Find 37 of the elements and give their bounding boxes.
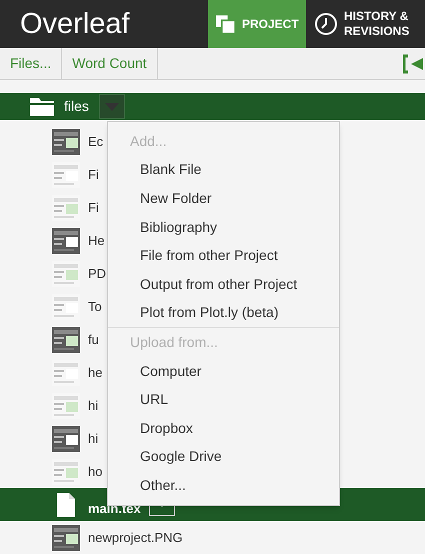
menu-item[interactable]: Dropbox — [108, 414, 339, 443]
caret-icon — [104, 102, 119, 110]
document-icon — [56, 492, 76, 518]
menu-item[interactable]: Plot from Plot.ly (beta) — [108, 298, 339, 328]
clock-icon — [314, 12, 338, 36]
menu-item[interactable]: New Folder — [108, 184, 339, 213]
file-name[interactable]: PD — [88, 264, 106, 284]
logo[interactable]: Overleaf — [20, 10, 130, 38]
folder-name: files — [64, 97, 89, 116]
file-name[interactable]: He — [88, 230, 105, 250]
menu-item[interactable]: Other... — [108, 471, 339, 500]
menu-item[interactable]: Google Drive — [108, 442, 339, 472]
menu-item[interactable]: Computer — [108, 356, 339, 386]
menu-item[interactable]: Output from other Project — [108, 270, 339, 299]
dropdown-button[interactable] — [98, 94, 125, 119]
menu-header: Upload from... — [129, 332, 219, 352]
copy-icon — [216, 14, 236, 34]
file-name[interactable]: Fi — [88, 198, 99, 218]
menu-item[interactable]: File from other Project — [108, 241, 339, 270]
folder-icon — [30, 98, 54, 116]
toolbar-link[interactable]: Files... — [0, 48, 62, 79]
file-name[interactable]: ho — [88, 462, 102, 482]
file-name[interactable]: fu — [88, 330, 99, 350]
folder-row[interactable]: files — [0, 93, 425, 120]
menu-item[interactable]: Blank File — [108, 156, 339, 184]
menu-item[interactable]: URL — [108, 385, 339, 414]
file-name[interactable]: hi — [88, 396, 98, 416]
menu-item[interactable]: Bibliography — [108, 212, 339, 242]
file-name[interactable]: Ec — [88, 132, 104, 152]
file-name[interactable]: he — [88, 362, 102, 382]
file-name[interactable]: hi — [88, 428, 98, 448]
menu-header: Add... — [129, 132, 168, 151]
file-name[interactable]: newproject.PNG — [88, 528, 183, 548]
file-name[interactable]: Fi — [88, 164, 99, 184]
toolbar-link[interactable]: Word Count — [62, 48, 158, 79]
collapse-icon[interactable] — [403, 54, 423, 74]
file-name[interactable]: To — [88, 296, 102, 316]
